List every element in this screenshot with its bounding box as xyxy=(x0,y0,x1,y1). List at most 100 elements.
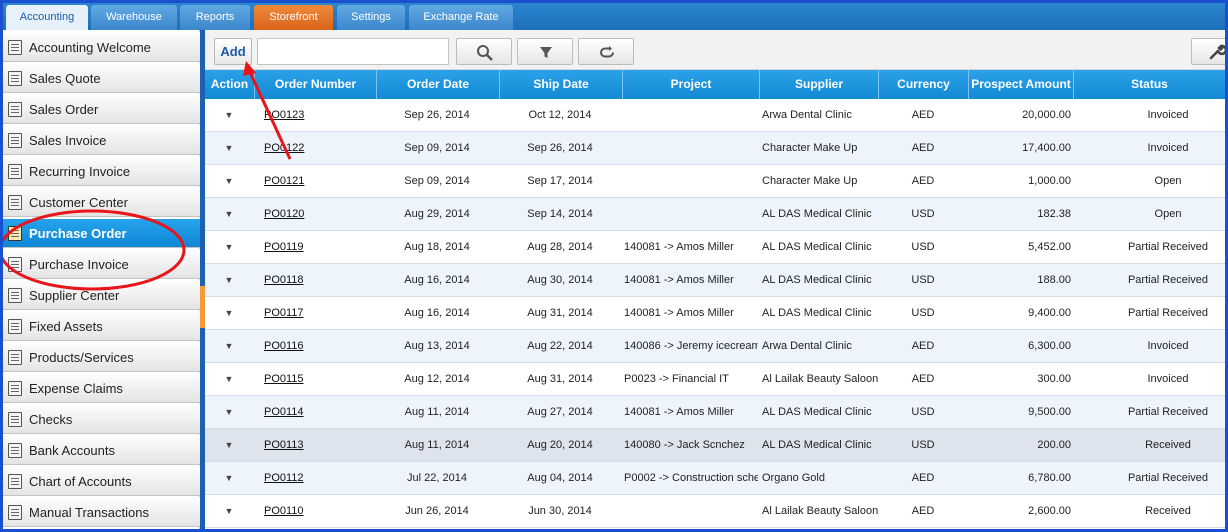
column-header-ship-date[interactable]: Ship Date xyxy=(500,70,623,99)
order-number-link[interactable]: PO0114 xyxy=(264,396,374,428)
tab-storefront[interactable]: Storefront xyxy=(254,5,333,30)
order-number-link[interactable]: PO0121 xyxy=(264,165,374,197)
table-row[interactable]: ▼ PO0113 Aug 11, 2014 Aug 20, 2014 140080 ->… xyxy=(205,429,1225,462)
order-number-link[interactable]: PO0119 xyxy=(264,231,374,263)
order-number-link[interactable]: PO0112 xyxy=(264,462,374,494)
sidebar-item-sales-invoice[interactable]: Sales Invoice xyxy=(3,125,200,155)
sidebar-item-products-services[interactable]: Products/Services xyxy=(3,342,200,372)
sidebar-item-purchase-invoice[interactable]: Purchase Invoice xyxy=(3,249,200,279)
column-header-order-number[interactable]: Order Number xyxy=(255,70,377,99)
table-row[interactable]: ▼ PO0118 Aug 16, 2014 Aug 30, 2014 140081 ->… xyxy=(205,264,1225,297)
status-cell: Open xyxy=(1154,175,1182,187)
column-header-order-date[interactable]: Order Date xyxy=(377,70,500,99)
ship-date-cell: Aug 20, 2014 xyxy=(527,439,593,451)
row-action-dropdown-icon[interactable]: ▼ xyxy=(205,231,253,263)
ship-date-cell: Aug 31, 2014 xyxy=(527,373,593,385)
table-row[interactable]: ▼ PO0120 Aug 29, 2014 Sep 14, 2014 AL DAS Me… xyxy=(205,198,1225,231)
table-row[interactable]: ▼ PO0114 Aug 11, 2014 Aug 27, 2014 140081 ->… xyxy=(205,396,1225,429)
table-row[interactable]: ▼ PO0110 Jun 26, 2014 Jun 30, 2014 Al Lailak… xyxy=(205,495,1225,528)
expense-claims-icon xyxy=(8,381,22,396)
sidebar: Accounting Welcome Sales Quote Sales Ord… xyxy=(3,30,200,529)
search-icon xyxy=(477,45,493,61)
row-action-dropdown-icon[interactable]: ▼ xyxy=(205,396,253,428)
row-action-dropdown-icon[interactable]: ▼ xyxy=(205,330,253,362)
column-header-prospect-amount[interactable]: Prospect Amount xyxy=(969,70,1074,99)
table-row[interactable]: ▼ PO0115 Aug 12, 2014 Aug 31, 2014 P0023 -> … xyxy=(205,363,1225,396)
order-number-link[interactable]: PO0116 xyxy=(264,330,374,362)
row-action-dropdown-icon[interactable]: ▼ xyxy=(205,132,253,164)
row-action-dropdown-icon[interactable]: ▼ xyxy=(205,99,253,131)
order-number-link[interactable]: PO0115 xyxy=(264,363,374,395)
table-row[interactable]: ▼ PO0123 Sep 26, 2014 Oct 12, 2014 Arwa Dent… xyxy=(205,99,1225,132)
prospect-amount-cell: 188.00 xyxy=(1037,274,1071,286)
sidebar-item-sales-quote[interactable]: Sales Quote xyxy=(3,63,200,93)
main-panel: Add Action Order Number Order Date Ship … xyxy=(205,30,1225,529)
table-row[interactable]: ▼ PO0122 Sep 09, 2014 Sep 26, 2014 Character… xyxy=(205,132,1225,165)
order-number-link[interactable]: PO0110 xyxy=(264,495,374,527)
prospect-amount-cell: 17,400.00 xyxy=(1022,142,1071,154)
sidebar-item-expense-claims[interactable]: Expense Claims xyxy=(3,373,200,403)
row-action-dropdown-icon[interactable]: ▼ xyxy=(205,165,253,197)
order-number-link[interactable]: PO0118 xyxy=(264,264,374,296)
row-action-dropdown-icon[interactable]: ▼ xyxy=(205,462,253,494)
fixed-assets-icon xyxy=(8,319,22,334)
refresh-button[interactable] xyxy=(578,38,634,65)
column-header-action[interactable]: Action xyxy=(205,70,255,99)
row-action-dropdown-icon[interactable]: ▼ xyxy=(205,429,253,461)
currency-cell: USD xyxy=(911,439,935,451)
supplier-cell: AL DAS Medical Clinic xyxy=(762,241,872,253)
supplier-cell: Al Lailak Beauty Saloon xyxy=(762,373,878,385)
table-row[interactable]: ▼ PO0117 Aug 16, 2014 Aug 31, 2014 140081 ->… xyxy=(205,297,1225,330)
row-action-dropdown-icon[interactable]: ▼ xyxy=(205,264,253,296)
sidebar-item-bank-accounts[interactable]: Bank Accounts xyxy=(3,435,200,465)
order-date-cell: Sep 26, 2014 xyxy=(404,109,470,121)
column-header-currency[interactable]: Currency xyxy=(879,70,969,99)
row-action-dropdown-icon[interactable]: ▼ xyxy=(205,297,253,329)
sidebar-item-purchase-order[interactable]: Purchase Order xyxy=(3,218,200,248)
tab-settings[interactable]: Settings xyxy=(337,5,405,30)
table-row[interactable]: ▼ PO0112 Jul 22, 2014 Aug 04, 2014 P0002 -> … xyxy=(205,462,1225,495)
add-button[interactable]: Add xyxy=(214,38,252,65)
sidebar-item-label: Fixed Assets xyxy=(29,319,103,334)
order-number-link[interactable]: PO0117 xyxy=(264,297,374,329)
search-button[interactable] xyxy=(456,38,512,65)
order-number-link[interactable]: PO0122 xyxy=(264,132,374,164)
sidebar-item-fixed-assets[interactable]: Fixed Assets xyxy=(3,311,200,341)
bank-icon xyxy=(8,443,22,458)
search-input[interactable] xyxy=(257,38,449,65)
sidebar-item-supplier-center[interactable]: Supplier Center xyxy=(3,280,200,310)
prospect-amount-cell: 300.00 xyxy=(1037,373,1071,385)
sidebar-item-checks[interactable]: Checks xyxy=(3,404,200,434)
column-header-project[interactable]: Project xyxy=(623,70,760,99)
sidebar-item-sales-order[interactable]: Sales Order xyxy=(3,94,200,124)
ship-date-cell: Aug 22, 2014 xyxy=(527,340,593,352)
filter-button[interactable] xyxy=(517,38,573,65)
table-row[interactable]: ▼ PO0121 Sep 09, 2014 Sep 17, 2014 Character… xyxy=(205,165,1225,198)
settings-wrench-button[interactable] xyxy=(1191,38,1225,65)
tab-reports[interactable]: Reports xyxy=(180,5,250,30)
tab-accounting[interactable]: Accounting xyxy=(6,5,88,30)
table-row[interactable]: ▼ PO0119 Aug 18, 2014 Aug 28, 2014 140081 ->… xyxy=(205,231,1225,264)
row-action-dropdown-icon[interactable]: ▼ xyxy=(205,363,253,395)
sidebar-item-manual-transactions[interactable]: Manual Transactions xyxy=(3,497,200,527)
order-number-link[interactable]: PO0120 xyxy=(264,198,374,230)
table-row[interactable]: ▼ PO0116 Aug 13, 2014 Aug 22, 2014 140086 ->… xyxy=(205,330,1225,363)
order-number-link[interactable]: PO0113 xyxy=(264,429,374,461)
ship-date-cell: Sep 17, 2014 xyxy=(527,175,593,187)
sidebar-item-accounting-welcome[interactable]: Accounting Welcome xyxy=(3,32,200,62)
row-action-dropdown-icon[interactable]: ▼ xyxy=(205,495,253,527)
sidebar-item-customer-center[interactable]: Customer Center xyxy=(3,187,200,217)
status-cell: Received xyxy=(1145,439,1191,451)
prospect-amount-cell: 182.38 xyxy=(1037,208,1071,220)
tab-exchange-rate[interactable]: Exchange Rate xyxy=(409,5,513,30)
chart-of-accounts-icon xyxy=(8,474,22,489)
column-header-supplier[interactable]: Supplier xyxy=(760,70,879,99)
ship-date-cell: Oct 12, 2014 xyxy=(528,109,592,121)
sidebar-item-recurring-invoice[interactable]: Recurring Invoice xyxy=(3,156,200,186)
column-header-status[interactable]: Status xyxy=(1074,70,1225,99)
order-number-link[interactable]: PO0123 xyxy=(264,99,374,131)
tab-warehouse[interactable]: Warehouse xyxy=(91,5,177,30)
order-date-cell: Aug 16, 2014 xyxy=(404,274,470,286)
row-action-dropdown-icon[interactable]: ▼ xyxy=(205,198,253,230)
sidebar-item-chart-of-accounts[interactable]: Chart of Accounts xyxy=(3,466,200,496)
